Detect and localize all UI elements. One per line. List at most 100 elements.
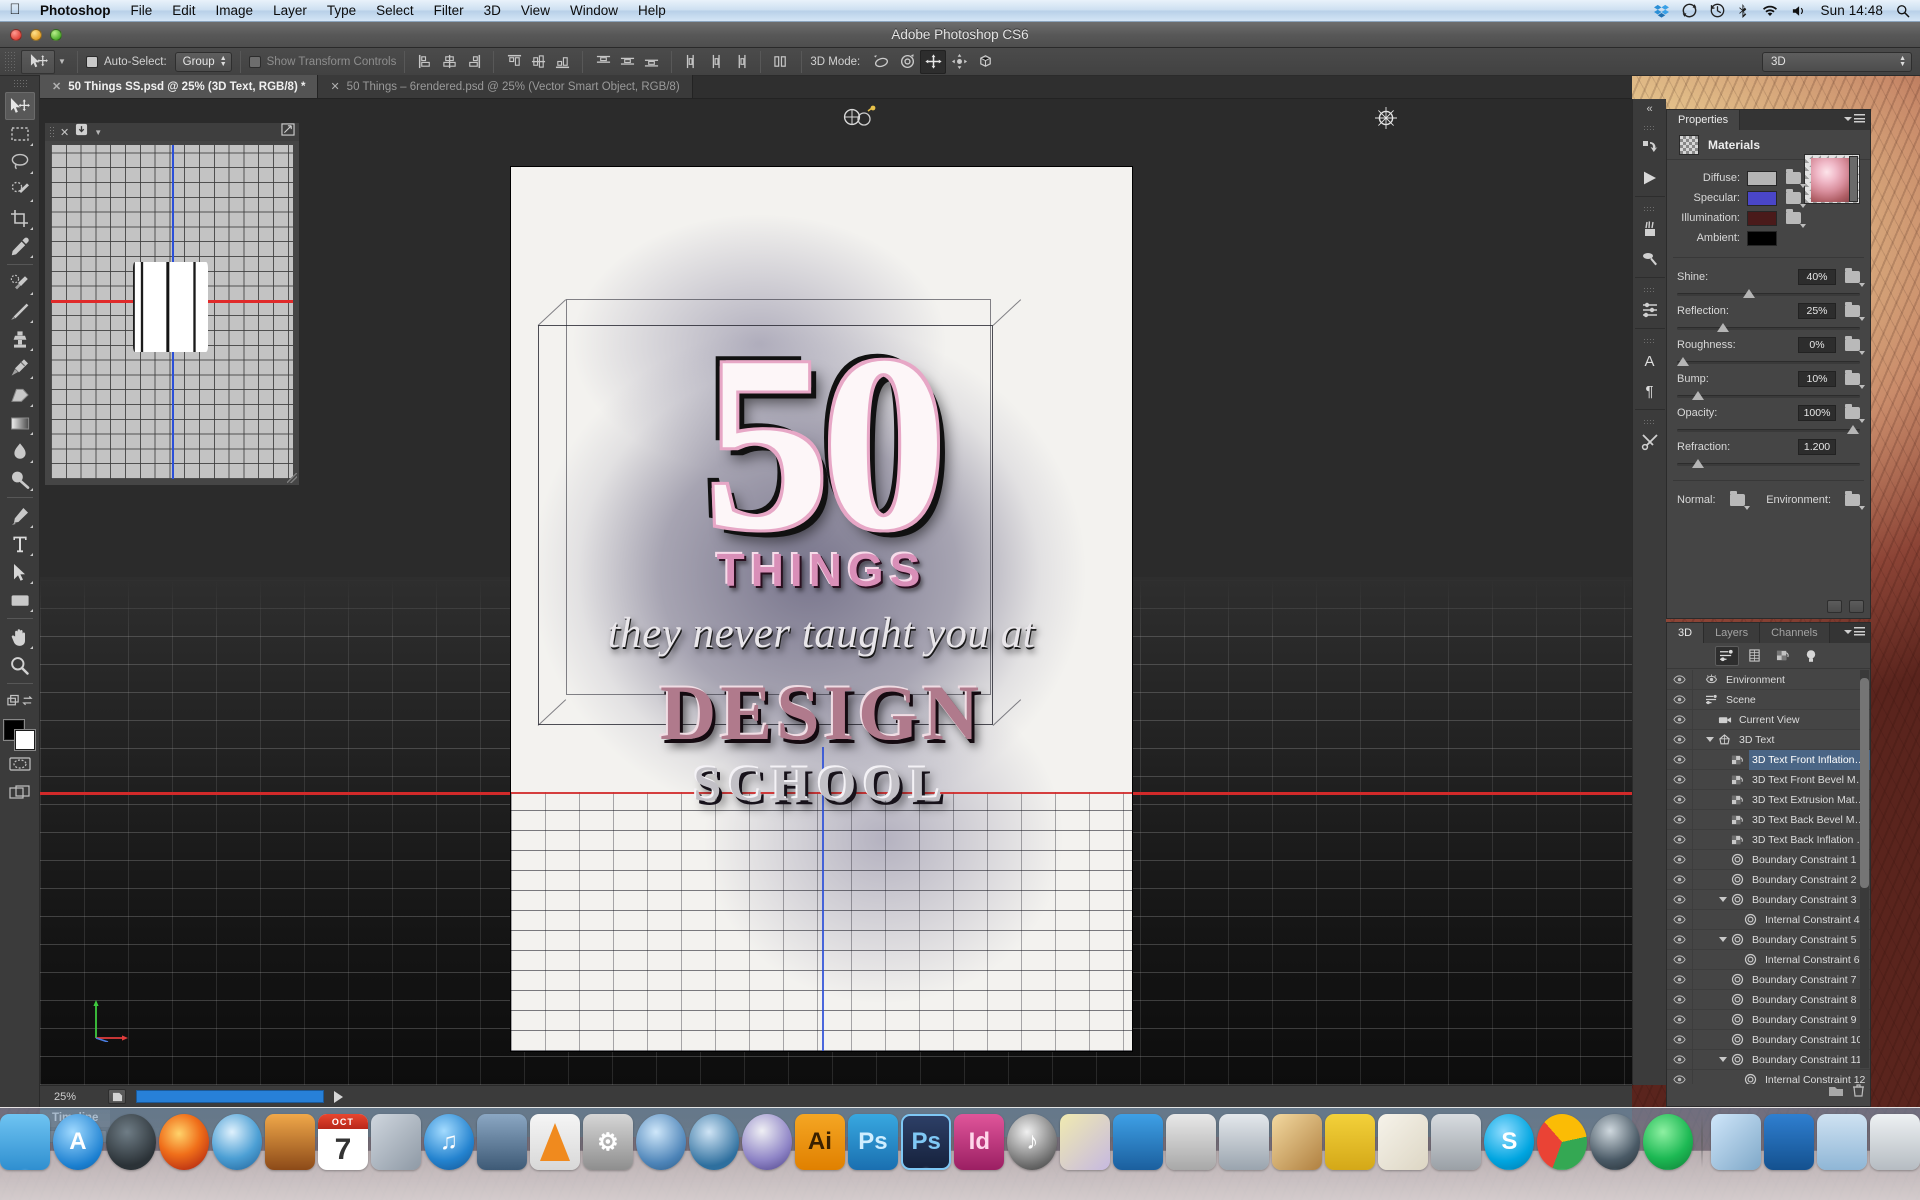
horizontal-type-tool[interactable] <box>5 530 35 558</box>
dock-item-app-store[interactable]: A <box>52 1114 103 1170</box>
tab-channels[interactable]: Channels <box>1760 623 1830 643</box>
swap-view-icon[interactable] <box>281 123 295 141</box>
visibility-toggle-icon[interactable] <box>1667 1029 1693 1050</box>
distribute-bottom-edges-button[interactable] <box>639 51 663 73</box>
distribute-left-edges-button[interactable] <box>680 51 704 73</box>
dock-item-text-editor[interactable] <box>1378 1114 1429 1170</box>
dock-item-image-capture[interactable] <box>264 1114 315 1170</box>
dock-item-frog-app[interactable] <box>1113 1114 1164 1170</box>
list-item[interactable]: 3D Text Back Inflation Ma... <box>1667 829 1870 850</box>
options-bar-grip[interactable] <box>4 50 15 73</box>
document-tab-secondary[interactable]: ✕ 50 Things – 6rendered.psd @ 25% (Vecto… <box>318 75 693 98</box>
illumination-texture-icon[interactable] <box>1786 209 1806 228</box>
orbit-3d-camera-button[interactable] <box>868 50 894 74</box>
tool-preset-caret-icon[interactable]: ▼ <box>55 57 69 66</box>
dock-item-itunes[interactable]: ♫ <box>423 1114 474 1170</box>
align-bottom-edges-button[interactable] <box>550 51 574 73</box>
visibility-toggle-icon[interactable] <box>1667 1049 1693 1070</box>
apple-logo-icon[interactable]:  <box>0 2 30 19</box>
spot-healing-brush-tool[interactable] <box>5 269 35 297</box>
path-selection-tool[interactable] <box>5 558 35 586</box>
shine-texture-icon[interactable] <box>1845 267 1865 287</box>
list-item[interactable]: Environment <box>1667 670 1870 690</box>
pen-tool[interactable] <box>5 502 35 530</box>
visibility-toggle-icon[interactable] <box>1667 1009 1693 1030</box>
visibility-toggle-icon[interactable] <box>1667 789 1693 810</box>
list-item[interactable]: Boundary Constraint 3 <box>1667 889 1870 910</box>
menu-item-3d[interactable]: 3D <box>474 0 511 22</box>
menu-item-photoshop[interactable]: Photoshop <box>30 0 121 22</box>
visibility-toggle-icon[interactable] <box>1667 709 1693 730</box>
bump-slider[interactable] <box>1677 391 1860 401</box>
panel-menu-icon[interactable] <box>1844 627 1865 636</box>
dock-item-notes[interactable] <box>1060 1114 1111 1170</box>
properties-footer-button[interactable] <box>1827 600 1842 613</box>
visibility-toggle-icon[interactable] <box>1667 729 1693 750</box>
artboard[interactable]: 50 THINGS they never taught you at DESIG… <box>511 167 1132 1051</box>
delete-button[interactable] <box>1849 600 1864 613</box>
panel-grip[interactable] <box>1643 338 1656 344</box>
dock-item-google-chrome[interactable] <box>1537 1114 1588 1170</box>
close-icon[interactable]: ✕ <box>330 80 339 93</box>
dock-item-firefox[interactable] <box>158 1114 209 1170</box>
eraser-tool[interactable] <box>5 381 35 409</box>
color-swatches[interactable] <box>3 720 36 750</box>
dock-item-iphoto[interactable] <box>370 1114 421 1170</box>
clone-stamp-tool[interactable] <box>5 325 35 353</box>
filter-lights-icon[interactable] <box>1799 646 1823 666</box>
align-top-edges-button[interactable] <box>502 51 526 73</box>
visibility-toggle-icon[interactable] <box>1667 969 1693 990</box>
panel-grip[interactable] <box>1643 419 1656 425</box>
list-item[interactable]: Boundary Constraint 7 <box>1667 969 1870 990</box>
reflection-texture-icon[interactable] <box>1845 301 1865 321</box>
visibility-toggle-icon[interactable] <box>1667 989 1693 1010</box>
menu-item-filter[interactable]: Filter <box>424 0 474 22</box>
list-item[interactable]: Internal Constraint 12 <box>1667 1069 1870 1084</box>
search-icon[interactable] <box>1896 4 1910 18</box>
auto-select-dropdown[interactable]: Group ▲ ▼ <box>174 51 232 72</box>
distribute-horizontal-centers-button[interactable] <box>704 51 728 73</box>
reflection-value[interactable]: 25% <box>1798 302 1836 319</box>
chevron-down-icon[interactable] <box>1719 937 1727 942</box>
align-horizontal-centers-button[interactable] <box>437 51 461 73</box>
menu-item-type[interactable]: Type <box>317 0 366 22</box>
bump-value[interactable]: 10% <box>1798 370 1836 387</box>
dock-item-photoshop-cs5[interactable]: Ps <box>847 1114 898 1170</box>
document-icon[interactable] <box>108 1089 126 1104</box>
visibility-toggle-icon[interactable] <box>1667 670 1693 690</box>
roughness-slider[interactable] <box>1677 357 1860 367</box>
sync-icon[interactable] <box>1682 3 1697 18</box>
bump-texture-icon[interactable] <box>1845 369 1865 389</box>
close-icon[interactable]: ✕ <box>60 126 69 139</box>
timemachine-icon[interactable] <box>1710 3 1725 18</box>
align-right-edges-button[interactable] <box>461 51 485 73</box>
panel-grip[interactable] <box>1643 206 1656 212</box>
align-left-edges-button[interactable] <box>413 51 437 73</box>
list-item[interactable]: Boundary Constraint 5 <box>1667 929 1870 950</box>
list-item[interactable]: Boundary Constraint 8 <box>1667 989 1870 1010</box>
rectangular-marquee-tool[interactable] <box>5 120 35 148</box>
bluetooth-icon[interactable] <box>1738 3 1748 18</box>
3d-light-widget-left[interactable] <box>840 105 880 135</box>
dock-item-system-preferences[interactable]: ⚙ <box>582 1114 633 1170</box>
3d-light-widget-right[interactable] <box>1373 105 1413 135</box>
dock-item-picture-frame[interactable] <box>1272 1114 1323 1170</box>
menu-item-image[interactable]: Image <box>206 0 264 22</box>
extra-tools-icon[interactable] <box>5 688 35 716</box>
rectangle-tool[interactable] <box>5 586 35 614</box>
visibility-toggle-icon[interactable] <box>1667 689 1693 710</box>
list-item[interactable]: 3D Text Extrusion Material <box>1667 789 1870 810</box>
panel-grip[interactable] <box>1643 125 1656 131</box>
ambient-color-swatch[interactable] <box>1747 230 1777 246</box>
play-icon[interactable] <box>334 1090 343 1103</box>
dock-item-cinema-4d[interactable] <box>741 1114 792 1170</box>
roughness-value[interactable]: 0% <box>1798 336 1836 353</box>
tool-presets-panel-icon[interactable] <box>1635 427 1665 457</box>
panel-grip[interactable] <box>49 126 54 138</box>
show-transform-controls-checkbox[interactable] <box>248 55 261 68</box>
menu-item-view[interactable]: View <box>511 0 560 22</box>
list-item[interactable]: Boundary Constraint 11 <box>1667 1049 1870 1070</box>
dock-item-stacks-folder[interactable] <box>1711 1114 1762 1170</box>
menu-item-help[interactable]: Help <box>628 0 676 22</box>
chevron-down-icon[interactable]: ▼ <box>94 128 102 137</box>
